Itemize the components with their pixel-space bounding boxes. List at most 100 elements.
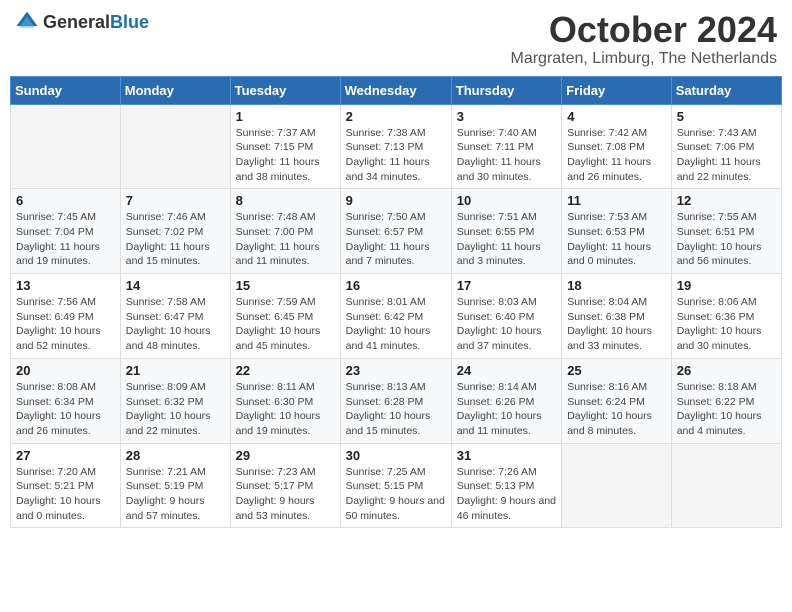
day-info: Sunrise: 7:20 AM Sunset: 5:21 PM Dayligh… — [16, 465, 115, 524]
day-info: Sunrise: 8:11 AM Sunset: 6:30 PM Dayligh… — [236, 380, 335, 439]
day-info: Sunrise: 7:42 AM Sunset: 7:08 PM Dayligh… — [567, 126, 666, 185]
calendar-cell: 10 Sunrise: 7:51 AM Sunset: 6:55 PM Dayli… — [451, 189, 561, 274]
calendar-cell: 19 Sunrise: 8:06 AM Sunset: 6:36 PM Dayli… — [671, 274, 781, 359]
day-number: 7 — [126, 193, 225, 208]
day-info: Sunrise: 7:58 AM Sunset: 6:47 PM Dayligh… — [126, 295, 225, 354]
calendar-cell: 17 Sunrise: 8:03 AM Sunset: 6:40 PM Dayli… — [451, 274, 561, 359]
day-number: 24 — [457, 363, 556, 378]
calendar-week-1: 1 Sunrise: 7:37 AM Sunset: 7:15 PM Daylig… — [11, 104, 782, 189]
day-number: 11 — [567, 193, 666, 208]
day-info: Sunrise: 7:40 AM Sunset: 7:11 PM Dayligh… — [457, 126, 556, 185]
calendar-cell: 5Sunrise: 7:43 AM Sunset: 7:06 PM Daylig… — [671, 104, 781, 189]
day-number: 17 — [457, 278, 556, 293]
calendar-cell: 3 Sunrise: 7:40 AM Sunset: 7:11 PM Daylig… — [451, 104, 561, 189]
day-info: Sunrise: 8:13 AM Sunset: 6:28 PM Dayligh… — [346, 380, 446, 439]
day-info: Sunrise: 8:16 AM Sunset: 6:24 PM Dayligh… — [567, 380, 666, 439]
day-number: 8 — [236, 193, 335, 208]
calendar-cell: 1 Sunrise: 7:37 AM Sunset: 7:15 PM Daylig… — [230, 104, 340, 189]
calendar-cell: 7 Sunrise: 7:46 AM Sunset: 7:02 PM Daylig… — [120, 189, 230, 274]
day-number: 31 — [457, 448, 556, 463]
day-info: Sunrise: 7:26 AM Sunset: 5:13 PM Dayligh… — [457, 465, 556, 524]
weekday-friday: Friday — [562, 76, 672, 104]
day-number: 25 — [567, 363, 666, 378]
weekday-header-row: SundayMondayTuesdayWednesdayThursdayFrid… — [11, 76, 782, 104]
weekday-sunday: Sunday — [11, 76, 121, 104]
day-number: 14 — [126, 278, 225, 293]
day-number: 2 — [346, 109, 446, 124]
location-title: Margraten, Limburg, The Netherlands — [510, 50, 777, 68]
day-number: 23 — [346, 363, 446, 378]
day-number: 3 — [457, 109, 556, 124]
day-number: 1 — [236, 109, 335, 124]
calendar-cell: 14 Sunrise: 7:58 AM Sunset: 6:47 PM Dayli… — [120, 274, 230, 359]
calendar-week-2: 6 Sunrise: 7:45 AM Sunset: 7:04 PM Daylig… — [11, 189, 782, 274]
day-number: 26 — [677, 363, 776, 378]
day-number: 22 — [236, 363, 335, 378]
day-number: 30 — [346, 448, 446, 463]
calendar-cell: 8 Sunrise: 7:48 AM Sunset: 7:00 PM Daylig… — [230, 189, 340, 274]
calendar-cell: 12 Sunrise: 7:55 AM Sunset: 6:51 PM Dayli… — [671, 189, 781, 274]
day-info: Sunrise: 7:56 AM Sunset: 6:49 PM Dayligh… — [16, 295, 115, 354]
calendar-cell: 16 Sunrise: 8:01 AM Sunset: 6:42 PM Dayli… — [340, 274, 451, 359]
weekday-tuesday: Tuesday — [230, 76, 340, 104]
day-info: Sunrise: 8:09 AM Sunset: 6:32 PM Dayligh… — [126, 380, 225, 439]
calendar-body: 1 Sunrise: 7:37 AM Sunset: 7:15 PM Daylig… — [11, 104, 782, 528]
day-info: Sunrise: 8:14 AM Sunset: 6:26 PM Dayligh… — [457, 380, 556, 439]
calendar-table: SundayMondayTuesdayWednesdayThursdayFrid… — [10, 76, 782, 529]
day-number: 15 — [236, 278, 335, 293]
day-number: 27 — [16, 448, 115, 463]
calendar-cell: 29 Sunrise: 7:23 AM Sunset: 5:17 PM Dayli… — [230, 443, 340, 528]
day-number: 16 — [346, 278, 446, 293]
calendar-week-4: 20 Sunrise: 8:08 AM Sunset: 6:34 PM Dayli… — [11, 358, 782, 443]
weekday-thursday: Thursday — [451, 76, 561, 104]
day-info: Sunrise: 7:25 AM Sunset: 5:15 PM Dayligh… — [346, 465, 446, 524]
day-info: Sunrise: 7:38 AM Sunset: 7:13 PM Dayligh… — [346, 126, 446, 185]
day-info: Sunrise: 7:45 AM Sunset: 7:04 PM Dayligh… — [16, 210, 115, 269]
day-info: Sunrise: 7:55 AM Sunset: 6:51 PM Dayligh… — [677, 210, 776, 269]
calendar-cell: 21 Sunrise: 8:09 AM Sunset: 6:32 PM Dayli… — [120, 358, 230, 443]
calendar-cell: 31 Sunrise: 7:26 AM Sunset: 5:13 PM Dayli… — [451, 443, 561, 528]
day-info: Sunrise: 7:59 AM Sunset: 6:45 PM Dayligh… — [236, 295, 335, 354]
calendar-cell: 15 Sunrise: 7:59 AM Sunset: 6:45 PM Dayli… — [230, 274, 340, 359]
day-number: 10 — [457, 193, 556, 208]
day-number: 20 — [16, 363, 115, 378]
day-info: Sunrise: 7:23 AM Sunset: 5:17 PM Dayligh… — [236, 465, 335, 524]
logo-blue: Blue — [110, 12, 149, 32]
day-info: Sunrise: 7:37 AM Sunset: 7:15 PM Dayligh… — [236, 126, 335, 185]
weekday-monday: Monday — [120, 76, 230, 104]
calendar-week-5: 27 Sunrise: 7:20 AM Sunset: 5:21 PM Dayli… — [11, 443, 782, 528]
day-number: 6 — [16, 193, 115, 208]
calendar-cell — [11, 104, 121, 189]
day-info: Sunrise: 8:08 AM Sunset: 6:34 PM Dayligh… — [16, 380, 115, 439]
calendar-cell: 11 Sunrise: 7:53 AM Sunset: 6:53 PM Dayli… — [562, 189, 672, 274]
day-number: 19 — [677, 278, 776, 293]
day-info: Sunrise: 7:51 AM Sunset: 6:55 PM Dayligh… — [457, 210, 556, 269]
calendar-cell: 22 Sunrise: 8:11 AM Sunset: 6:30 PM Dayli… — [230, 358, 340, 443]
month-title: October 2024 — [510, 10, 777, 50]
calendar-cell: 2 Sunrise: 7:38 AM Sunset: 7:13 PM Daylig… — [340, 104, 451, 189]
day-info: Sunrise: 8:03 AM Sunset: 6:40 PM Dayligh… — [457, 295, 556, 354]
logo-general: General — [43, 12, 110, 32]
calendar-cell: 25 Sunrise: 8:16 AM Sunset: 6:24 PM Dayli… — [562, 358, 672, 443]
calendar-cell: 6 Sunrise: 7:45 AM Sunset: 7:04 PM Daylig… — [11, 189, 121, 274]
day-info: Sunrise: 7:53 AM Sunset: 6:53 PM Dayligh… — [567, 210, 666, 269]
day-number: 29 — [236, 448, 335, 463]
day-info: Sunrise: 7:46 AM Sunset: 7:02 PM Dayligh… — [126, 210, 225, 269]
day-info: Sunrise: 8:06 AM Sunset: 6:36 PM Dayligh… — [677, 295, 776, 354]
weekday-wednesday: Wednesday — [340, 76, 451, 104]
calendar-cell: 28Sunrise: 7:21 AM Sunset: 5:19 PM Dayli… — [120, 443, 230, 528]
day-number: 21 — [126, 363, 225, 378]
day-info: Sunrise: 7:48 AM Sunset: 7:00 PM Dayligh… — [236, 210, 335, 269]
day-number: 18 — [567, 278, 666, 293]
calendar-cell — [562, 443, 672, 528]
day-info: Sunrise: 7:21 AM Sunset: 5:19 PM Dayligh… — [126, 465, 225, 524]
day-number: 4 — [567, 109, 666, 124]
calendar-cell: 24 Sunrise: 8:14 AM Sunset: 6:26 PM Dayli… — [451, 358, 561, 443]
day-info: Sunrise: 8:01 AM Sunset: 6:42 PM Dayligh… — [346, 295, 446, 354]
calendar-cell: 30 Sunrise: 7:25 AM Sunset: 5:15 PM Dayli… — [340, 443, 451, 528]
weekday-saturday: Saturday — [671, 76, 781, 104]
day-info: Sunrise: 8:04 AM Sunset: 6:38 PM Dayligh… — [567, 295, 666, 354]
day-number: 12 — [677, 193, 776, 208]
calendar-cell — [671, 443, 781, 528]
title-block: October 2024 Margraten, Limburg, The Net… — [510, 10, 777, 68]
